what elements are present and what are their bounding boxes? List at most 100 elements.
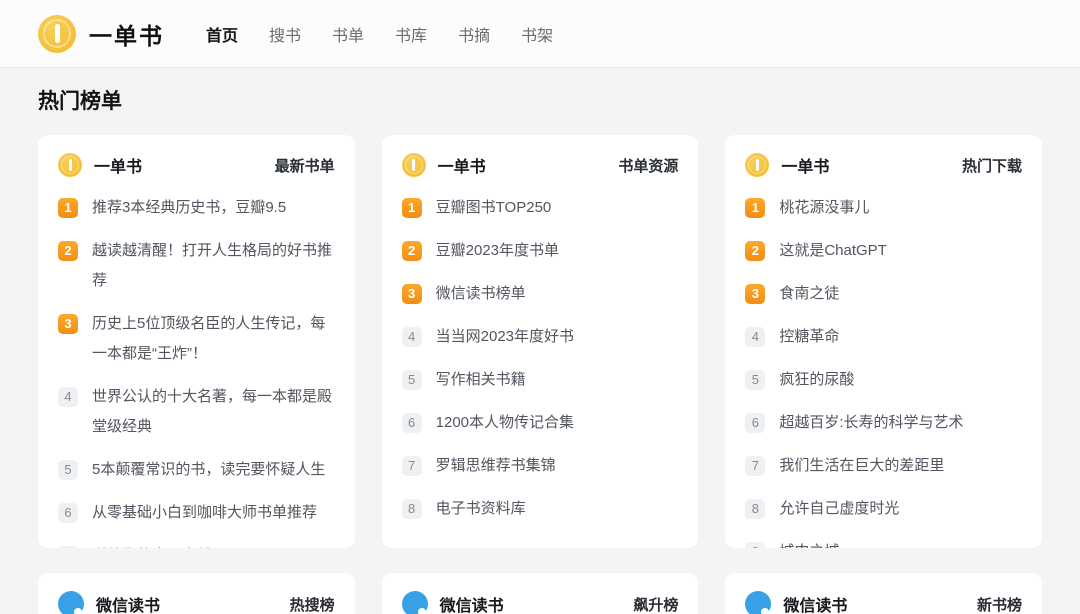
hot-rank-cards-row: 一单书 最新书单 1 推荐3本经典历史书，豆瓣9.5 2 越读越清醒！打开人生格… <box>38 135 1042 548</box>
booklist-title: 从零基础小白到咖啡大师书单推荐 <box>92 503 318 521</box>
card-header: 微信读书 热搜榜 <box>58 591 335 614</box>
rank-item[interactable]: 4 世界公认的十大名著，每一本都是殿堂级经典 <box>58 375 335 448</box>
rank-badge: 2 <box>58 240 78 261</box>
card-tag-link[interactable]: 飙升榜 <box>633 594 678 614</box>
rank-badge: 7 <box>401 455 422 476</box>
booklist-title: 5本颠覆常识的书，读完要怀疑人生 <box>92 460 326 478</box>
rank-badge: 8 <box>745 498 766 519</box>
rank-item[interactable]: 6 超越百岁:长寿的科学与艺术 <box>745 401 1022 444</box>
book-title: 控糖革命 <box>779 327 840 345</box>
rank-item[interactable]: 1 推荐3本经典历史书，豆瓣9.5 <box>58 186 335 229</box>
book-title: 超越百岁:长寿的科学与艺术 <box>779 413 964 431</box>
rank-badge: 3 <box>401 283 422 304</box>
rank-badge: 9 <box>745 541 766 548</box>
page-title: 热门榜单 <box>38 90 122 113</box>
card-header: 一单书 热门下载 <box>745 153 1022 177</box>
yidanshu-coin-icon <box>58 153 82 177</box>
rank-card-weread-new-books: 微信读书 新书榜 <box>725 573 1042 614</box>
card-tag-link[interactable]: 新书榜 <box>977 594 1022 614</box>
rank-list: 1 推荐3本经典历史书，豆瓣9.5 2 越读越清醒！打开人生格局的好书推荐 3 … <box>58 186 335 548</box>
rank-item[interactable]: 5 5本颠覆常识的书，读完要怀疑人生 <box>58 448 335 491</box>
rank-item[interactable]: 3 食南之徒 <box>745 272 1022 315</box>
wechat-read-icon <box>745 591 772 614</box>
rank-item[interactable]: 4 控糖革命 <box>745 315 1022 358</box>
booklist-title: 豆瓣图书TOP250 <box>435 198 552 216</box>
rank-badge: 5 <box>745 369 766 390</box>
rank-item[interactable]: 3 微信读书榜单 <box>401 272 679 315</box>
card-source: 微信读书 <box>783 598 848 614</box>
rank-item[interactable]: 7 我们生活在巨大的差距里 <box>745 444 1022 487</box>
rank-item[interactable]: 3 历史上5位顶级名臣的人生传记，每一本都是“王炸”！ <box>58 302 335 375</box>
booklist-title: 微信读书榜单 <box>435 284 526 302</box>
rank-badge: 7 <box>58 545 78 548</box>
rank-item[interactable]: 5 疯狂的尿酸 <box>745 358 1022 401</box>
rank-item[interactable]: 7 送给你的春日书单 <box>58 534 335 548</box>
rank-badge: 2 <box>401 240 422 261</box>
rank-badge: 4 <box>58 386 78 407</box>
rank-item[interactable]: 9 城中之城 <box>745 530 1022 548</box>
book-title: 这就是ChatGPT <box>779 241 887 259</box>
rank-item[interactable]: 2 豆瓣2023年度书单 <box>401 229 679 272</box>
card-tag-link[interactable]: 书单资源 <box>618 155 678 176</box>
rank-item[interactable]: 5 写作相关书籍 <box>401 358 679 401</box>
booklist-title: 写作相关书籍 <box>435 370 526 388</box>
rank-item[interactable]: 7 罗辑思维荐书集锦 <box>401 444 679 487</box>
rank-item[interactable]: 2 越读越清醒！打开人生格局的好书推荐 <box>58 229 335 302</box>
rank-item[interactable]: 8 允许自己虚度时光 <box>745 487 1022 530</box>
card-tag-link[interactable]: 最新书单 <box>275 155 335 176</box>
card-source: 一单书 <box>437 159 486 176</box>
book-title: 疯狂的尿酸 <box>779 370 855 388</box>
rank-badge: 1 <box>58 197 78 218</box>
rank-item[interactable]: 4 当当网2023年度好书 <box>401 315 679 358</box>
rank-item[interactable]: 6 1200本人物传记合集 <box>401 401 679 444</box>
nav-item-shelf[interactable]: 书架 <box>521 22 553 46</box>
rank-list: 1 豆瓣图书TOP250 2 豆瓣2023年度书单 3 微信读书榜单 4 当当网… <box>401 186 679 530</box>
rank-badge: 3 <box>745 283 766 304</box>
booklist-title: 推荐3本经典历史书，豆瓣9.5 <box>92 198 287 216</box>
rank-item[interactable]: 1 豆瓣图书TOP250 <box>401 186 679 229</box>
rank-card-weread-hot-search: 微信读书 热搜榜 <box>38 573 355 614</box>
rank-card-booklist-resources: 一单书 书单资源 1 豆瓣图书TOP250 2 豆瓣2023年度书单 3 微信读… <box>381 135 699 548</box>
book-title: 桃花源没事儿 <box>779 198 870 216</box>
book-title: 允许自己虚度时光 <box>779 499 900 517</box>
card-source: 一单书 <box>781 159 830 176</box>
rank-item[interactable]: 1 桃花源没事儿 <box>745 186 1022 229</box>
rank-badge: 5 <box>401 369 422 390</box>
rank-item[interactable]: 8 电子书资料库 <box>401 487 679 530</box>
card-header: 微信读书 新书榜 <box>745 591 1022 614</box>
brand-name: 一单书 <box>89 22 164 49</box>
site-header: 一单书 首页 搜书 书单 书库 书摘 书架 <box>0 0 1080 68</box>
booklist-title: 罗辑思维荐书集锦 <box>435 456 556 474</box>
main-nav: 首页 搜书 书单 书库 书摘 书架 <box>206 22 584 46</box>
nav-item-search[interactable]: 搜书 <box>269 22 301 46</box>
card-header: 一单书 最新书单 <box>58 153 335 177</box>
wechat-read-icon <box>58 591 84 614</box>
nav-item-library[interactable]: 书库 <box>395 22 427 46</box>
rank-badge: 6 <box>401 412 422 433</box>
rank-badge: 4 <box>401 326 422 347</box>
rank-list: 1 桃花源没事儿 2 这就是ChatGPT 3 食南之徒 4 控糖革命 5 疯狂… <box>745 186 1022 548</box>
booklist-title: 豆瓣2023年度书单 <box>435 241 560 259</box>
rank-item[interactable]: 2 这就是ChatGPT <box>745 229 1022 272</box>
card-source: 微信读书 <box>439 598 504 614</box>
card-tag-link[interactable]: 热搜榜 <box>290 594 335 614</box>
nav-item-excerpt[interactable]: 书摘 <box>458 22 490 46</box>
brand-logo[interactable]: 一单书 <box>38 14 164 53</box>
booklist-title: 当当网2023年度好书 <box>435 327 575 345</box>
yidanshu-coin-icon <box>38 14 76 53</box>
booklist-title: 1200本人物传记合集 <box>435 413 575 431</box>
rank-badge: 1 <box>745 197 766 218</box>
rank-badge: 6 <box>745 412 766 433</box>
rank-badge: 4 <box>745 326 766 347</box>
rank-badge: 1 <box>401 197 422 218</box>
rank-badge: 7 <box>745 455 766 476</box>
nav-item-home[interactable]: 首页 <box>206 22 238 46</box>
card-tag-link[interactable]: 热门下载 <box>962 155 1022 176</box>
rank-card-hot-downloads: 一单书 热门下载 1 桃花源没事儿 2 这就是ChatGPT 3 食南之徒 4 <box>725 135 1042 548</box>
card-header: 微信读书 飙升榜 <box>401 591 678 614</box>
nav-item-booklist[interactable]: 书单 <box>332 22 364 46</box>
rank-item[interactable]: 6 从零基础小白到咖啡大师书单推荐 <box>58 491 335 534</box>
rank-badge: 5 <box>58 459 78 480</box>
card-source: 一单书 <box>94 159 143 176</box>
yidanshu-coin-icon <box>745 153 770 177</box>
